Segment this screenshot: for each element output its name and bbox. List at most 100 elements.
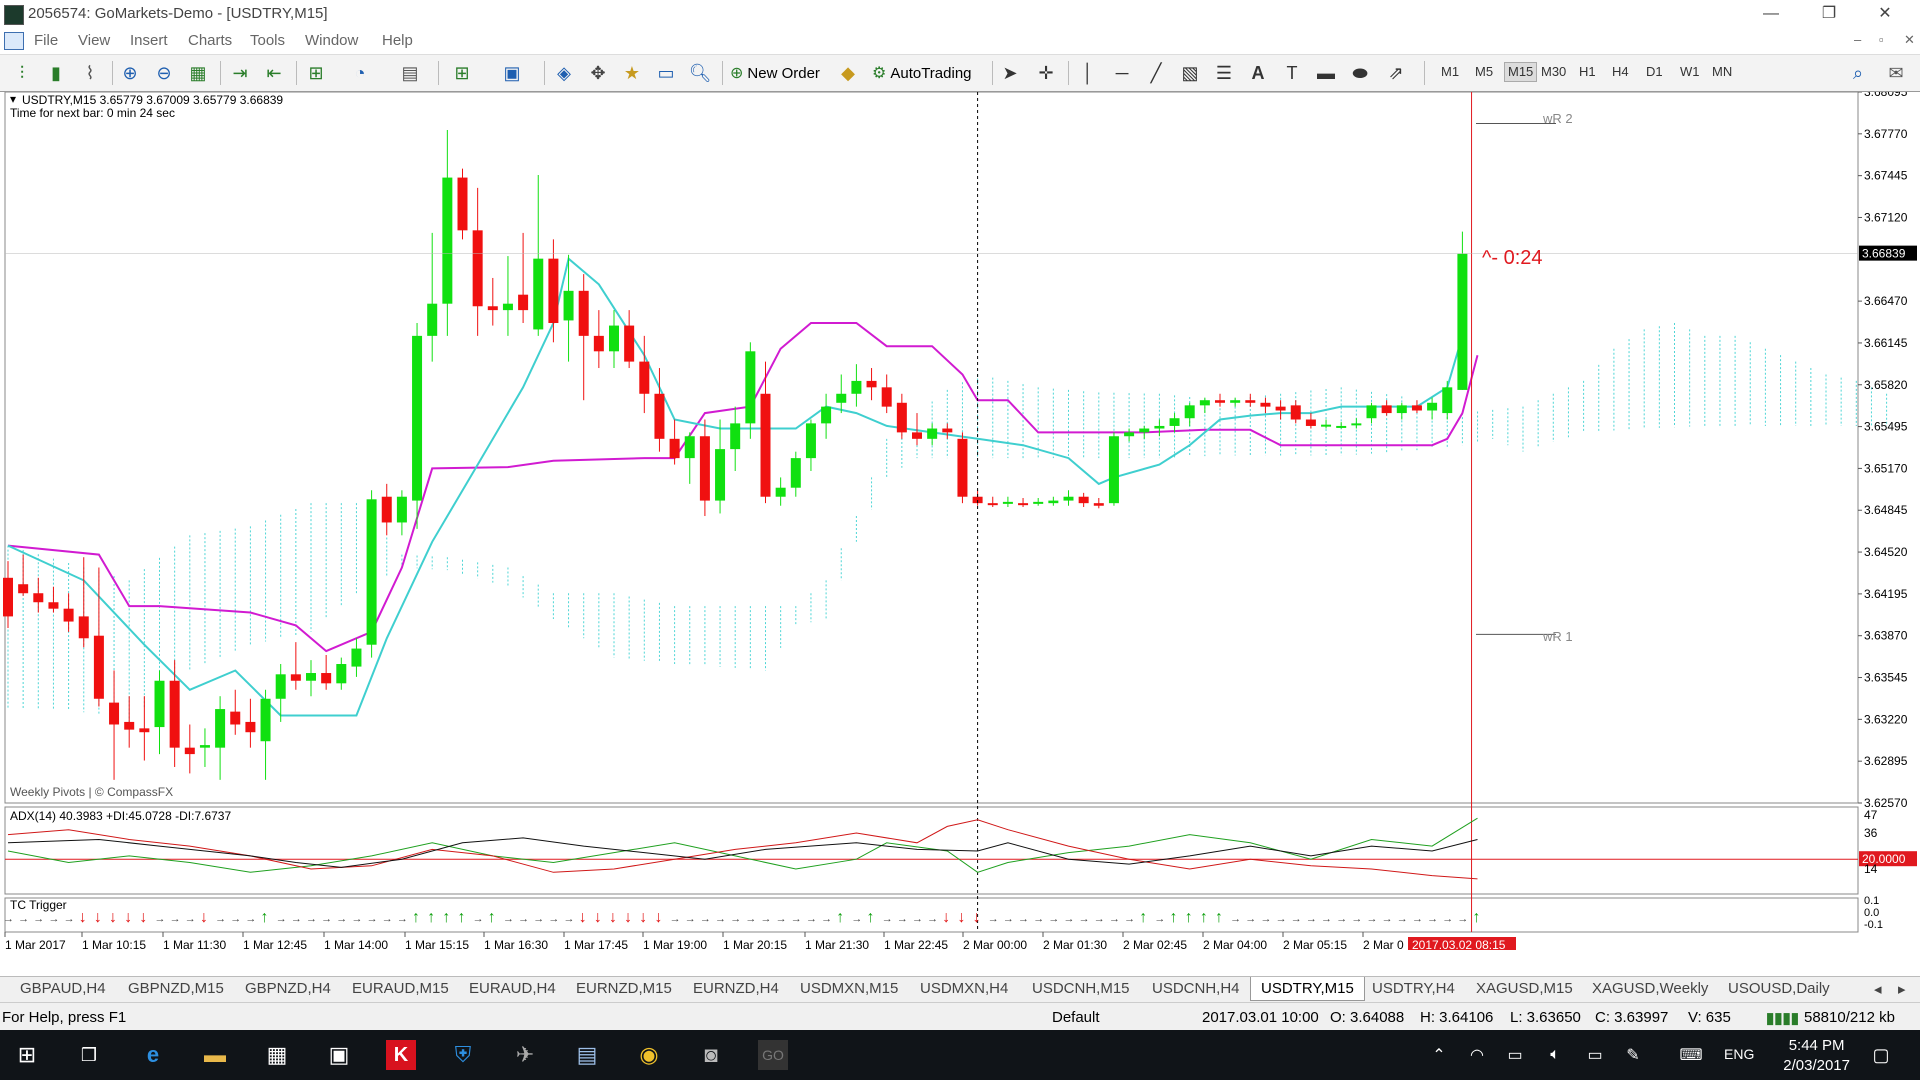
horizontal-line-icon[interactable]: ─ (1110, 61, 1134, 85)
notifications-icon[interactable]: ▢ (1866, 1040, 1896, 1070)
chrome-icon[interactable]: ◉ (634, 1040, 664, 1070)
market-watch-icon[interactable]: ◈ (552, 61, 576, 85)
language-indicator[interactable]: ENG (1724, 1046, 1754, 1062)
tab-eurnzd-h4[interactable]: EURNZD,H4 (693, 980, 779, 997)
tf-m5[interactable]: M5 (1475, 64, 1493, 79)
start-icon[interactable]: ⊞ (12, 1040, 42, 1070)
task-view-icon[interactable]: ❒ (74, 1040, 104, 1070)
chart-canvas[interactable]: 3.68095 3.67770 3.67445 3.67120 3.66470 3.661… (0, 92, 1920, 950)
keyboard-icon[interactable]: ⌨ (1676, 1040, 1706, 1070)
arrows-icon[interactable]: ⇗ (1384, 61, 1408, 85)
tf-h1[interactable]: H1 (1579, 64, 1596, 79)
menu-tools[interactable]: Tools (250, 32, 285, 49)
data-window-icon[interactable]: ✥ (586, 61, 610, 85)
tile-windows-icon[interactable]: ▦ (186, 61, 210, 85)
autotrading-button[interactable]: ⚙ AutoTrading (868, 60, 976, 86)
collapse-arrow-icon[interactable]: ▾ (10, 92, 16, 106)
new-chart-icon[interactable]: ⊞ (450, 61, 474, 85)
menu-window[interactable]: Window (305, 32, 358, 49)
tab-xagusd-weekly[interactable]: XAGUSD,Weekly (1592, 980, 1708, 997)
new-order-button[interactable]: ⊕ New Order (726, 60, 824, 86)
chart-window[interactable]: 3.68095 3.67770 3.67445 3.67120 3.66470 3.661… (0, 91, 1920, 950)
gomarkets-icon[interactable]: GO (758, 1040, 788, 1070)
tab-gbpnzd-m15[interactable]: GBPNZD,M15 (128, 980, 224, 997)
tab-gbpnzd-h4[interactable]: GBPNZD,H4 (245, 980, 331, 997)
tab-usousd-daily[interactable]: USOUSD,Daily (1728, 980, 1830, 997)
kaspersky-icon[interactable]: K (386, 1040, 416, 1070)
tab-usdtry-m15[interactable]: USDTRY,M15 (1250, 977, 1365, 1001)
ellipse-icon[interactable]: ⬬ (1348, 61, 1372, 85)
mdi-minimize-button[interactable]: – (1854, 32, 1861, 47)
terminal-icon[interactable]: ▭ (654, 61, 678, 85)
chat-icon[interactable]: ✉ (1884, 61, 1908, 85)
tab-euraud-h4[interactable]: EURAUD,H4 (469, 980, 556, 997)
indicators-icon[interactable]: ⊞ (304, 61, 328, 85)
vertical-line-icon[interactable]: │ (1076, 61, 1100, 85)
tf-mn[interactable]: MN (1712, 64, 1732, 79)
menu-help[interactable]: Help (382, 32, 413, 49)
app-icon-2[interactable]: ▤ (572, 1040, 602, 1070)
tab-usdmxn-m15[interactable]: USDMXN,M15 (800, 980, 898, 997)
search-icon[interactable]: ⌕ (1846, 61, 1870, 85)
tab-eurnzd-m15[interactable]: EURNZD,M15 (576, 980, 672, 997)
metatrader-icon[interactable]: ✈ (510, 1040, 540, 1070)
tf-d1[interactable]: D1 (1646, 64, 1663, 79)
defender-icon[interactable]: ⛨ (448, 1040, 478, 1070)
channel-icon[interactable]: ▧ (1178, 61, 1202, 85)
restore-button[interactable]: ❐ (1806, 2, 1852, 26)
tf-w1[interactable]: W1 (1680, 64, 1700, 79)
pen-icon[interactable]: ✎ (1618, 1040, 1648, 1070)
store-icon[interactable]: ▣ (324, 1040, 354, 1070)
tab-usdcnh-m15[interactable]: USDCNH,M15 (1032, 980, 1130, 997)
menu-insert[interactable]: Insert (130, 32, 168, 49)
tabs-scroll-right-icon[interactable]: ▸ (1898, 980, 1906, 998)
mdi-close-button[interactable]: ✕ (1904, 32, 1915, 48)
cursor-icon[interactable]: ➤ (998, 61, 1022, 85)
volume-icon[interactable]: 🔈︎ (1540, 1040, 1570, 1070)
tf-m15[interactable]: M15 (1504, 62, 1538, 82)
mdi-restore-button[interactable]: ▫ (1879, 32, 1884, 47)
close-button[interactable]: ✕ (1862, 2, 1908, 26)
system-clock[interactable]: 5:44 PM 2/03/2017 (1783, 1036, 1850, 1076)
rectangle-icon[interactable]: ▬ (1314, 61, 1338, 85)
bar-chart-icon[interactable]: ⫶ (10, 61, 34, 85)
trendline-icon[interactable]: ╱ (1144, 61, 1168, 85)
crosshair-icon[interactable]: ✛ (1034, 61, 1058, 85)
text-label-icon[interactable]: T (1280, 61, 1304, 85)
menu-file[interactable]: File (34, 32, 58, 49)
templates-icon[interactable]: ▤ (398, 61, 422, 85)
tab-xagusd-m15[interactable]: XAGUSD,M15 (1476, 980, 1573, 997)
text-icon[interactable]: A (1246, 61, 1270, 85)
tab-euraud-m15[interactable]: EURAUD,M15 (352, 980, 449, 997)
show-hidden-icons-icon[interactable]: ⌃ (1424, 1040, 1454, 1070)
network-icon[interactable]: ▭ (1500, 1040, 1530, 1070)
strategy-tester-icon[interactable]: 🔍︎ (688, 61, 712, 85)
zoom-in-icon[interactable]: ⊕ (118, 61, 142, 85)
wifi-icon[interactable]: ◠ (1462, 1040, 1492, 1070)
chart-shift-icon[interactable]: ⇤ (262, 61, 286, 85)
menu-charts[interactable]: Charts (188, 32, 232, 49)
tab-gbpaud-h4[interactable]: GBPAUD,H4 (20, 980, 106, 997)
navigator-icon[interactable]: ★ (620, 61, 644, 85)
battery-icon[interactable]: ▭ (1580, 1040, 1610, 1070)
metaeditor-icon[interactable]: ◆ (836, 61, 860, 85)
menu-view[interactable]: View (78, 32, 110, 49)
tf-m30[interactable]: M30 (1541, 64, 1566, 79)
minimize-button[interactable]: — (1748, 2, 1794, 26)
tabs-scroll-left-icon[interactable]: ◂ (1874, 980, 1882, 998)
periods-icon[interactable]: ◔ (348, 61, 372, 85)
camera-icon[interactable]: ◙ (696, 1040, 726, 1070)
fibonacci-icon[interactable]: ☰ (1212, 61, 1236, 85)
auto-scroll-icon[interactable]: ⇥ (228, 61, 252, 85)
candlestick-icon[interactable]: ▮ (44, 61, 68, 85)
tab-usdtry-h4[interactable]: USDTRY,H4 (1372, 980, 1455, 997)
file-explorer-icon[interactable]: ▬ (200, 1040, 230, 1070)
tab-usdcnh-h4[interactable]: USDCNH,H4 (1152, 980, 1240, 997)
profiles-icon[interactable]: ▣ (500, 61, 524, 85)
edge-icon[interactable]: e (138, 1040, 168, 1070)
line-chart-icon[interactable]: ⌇ (78, 61, 102, 85)
tab-usdmxn-h4[interactable]: USDMXN,H4 (920, 980, 1008, 997)
chart-window-icon[interactable] (4, 32, 24, 50)
calculator-icon[interactable]: ▦ (262, 1040, 292, 1070)
zoom-out-icon[interactable]: ⊖ (152, 61, 176, 85)
